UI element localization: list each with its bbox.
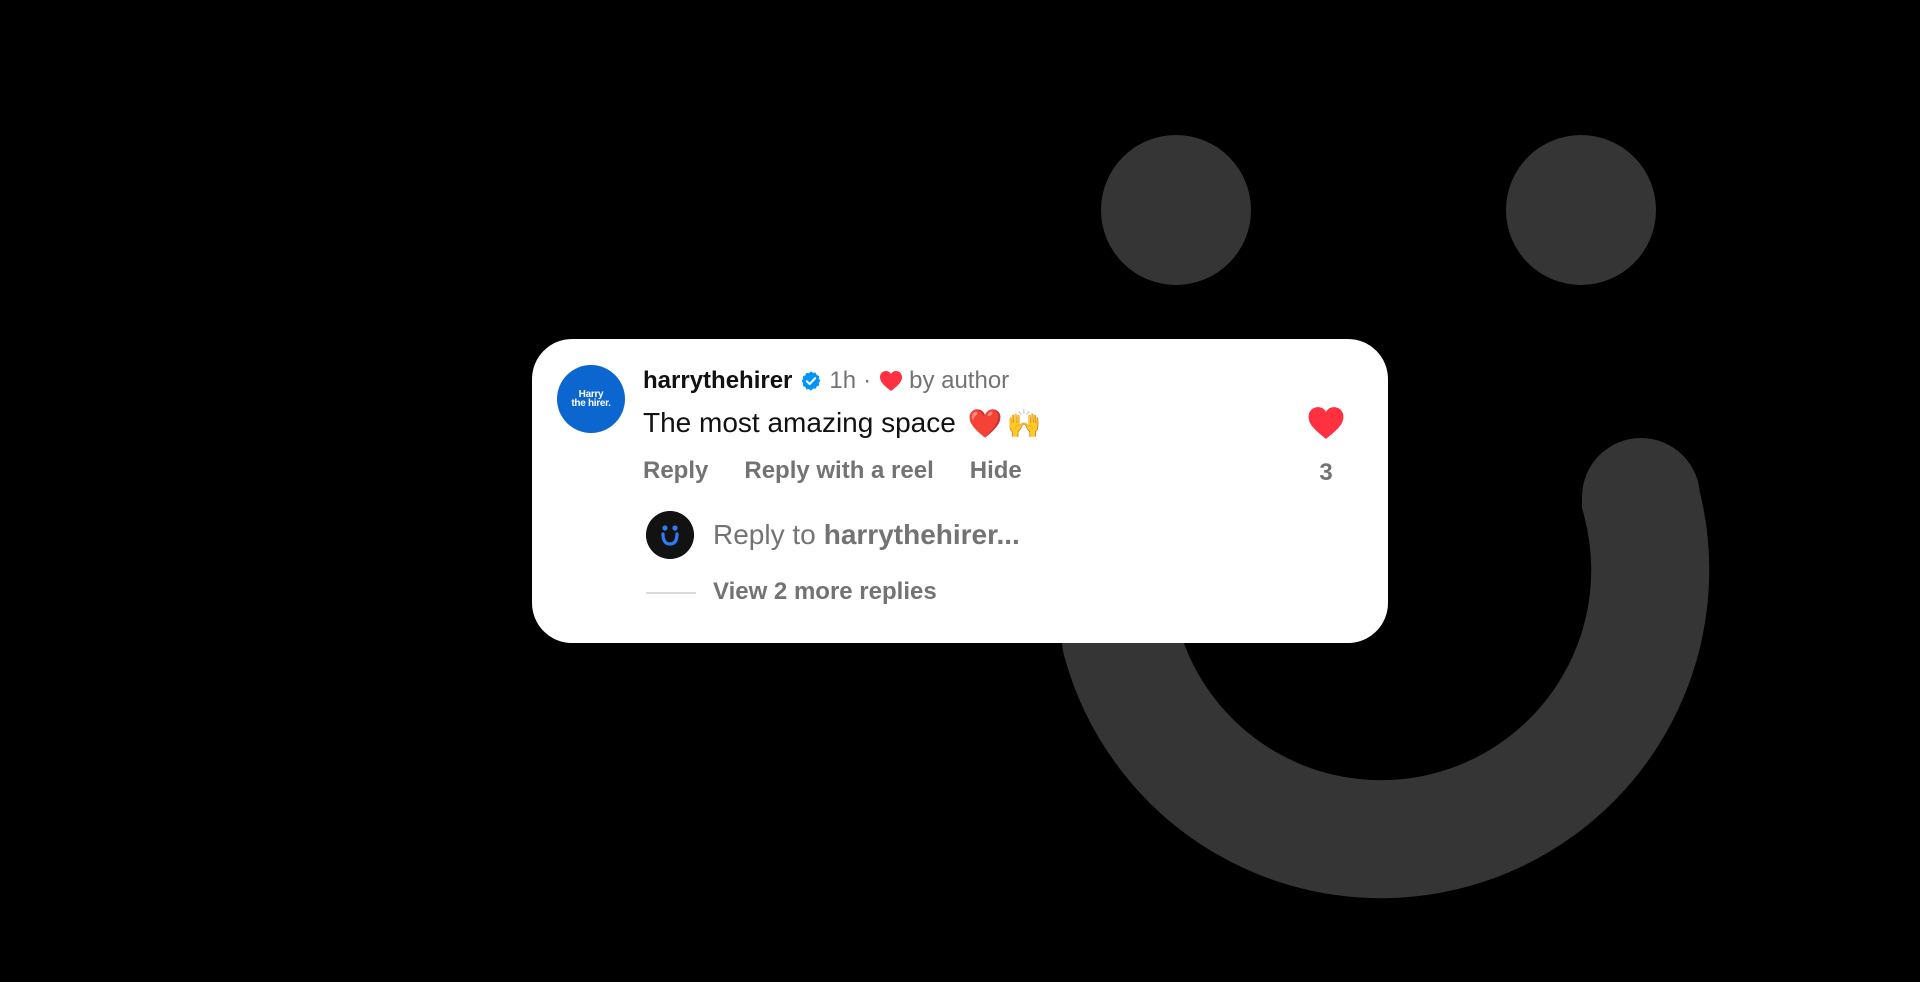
raising-hands-emoji-icon: 🙌 [1006, 407, 1042, 439]
commenter-avatar[interactable]: Harry the hirer. [557, 365, 625, 433]
canvas: Harry the hirer. harrythehirer 1h · by a… [0, 0, 1920, 982]
reply-with-reel-button[interactable]: Reply with a reel [744, 457, 933, 485]
view-more-replies-button[interactable]: View 2 more replies [713, 575, 937, 609]
comment-body: The most amazing space ❤️ 🙌 [643, 403, 1042, 443]
meta-separator: · [863, 367, 872, 394]
reply-input[interactable]: Reply to harrythehirer... [713, 517, 1233, 553]
reply-input-handle: harrythehirer... [823, 519, 1020, 550]
avatar-logo-line2: the hirer. [571, 398, 611, 409]
verified-badge-icon [802, 371, 821, 391]
liked-by-author-label: by author [909, 367, 1010, 394]
hide-button[interactable]: Hide [970, 457, 1022, 485]
comment-text: The most amazing space [643, 407, 956, 438]
commenter-username[interactable]: harrythehirer [643, 367, 792, 395]
comment-header: harrythehirer 1h · by author [643, 365, 1009, 397]
red-heart-emoji-icon: ❤️ [967, 407, 1003, 439]
reply-button[interactable]: Reply [643, 457, 708, 485]
thread-divider [646, 592, 696, 594]
like-heart-icon[interactable] [1307, 405, 1345, 441]
reply-user-avatar-icon [646, 511, 694, 559]
reply-input-prefix: Reply to [713, 519, 816, 550]
author-liked-heart-icon [880, 371, 903, 391]
comment-actions: Reply Reply with a reel Hide [643, 454, 1058, 488]
like-count[interactable]: 3 [1308, 459, 1344, 487]
comment-timestamp: 1h [829, 367, 857, 394]
comment-card: Harry the hirer. harrythehirer 1h · by a… [532, 339, 1388, 643]
